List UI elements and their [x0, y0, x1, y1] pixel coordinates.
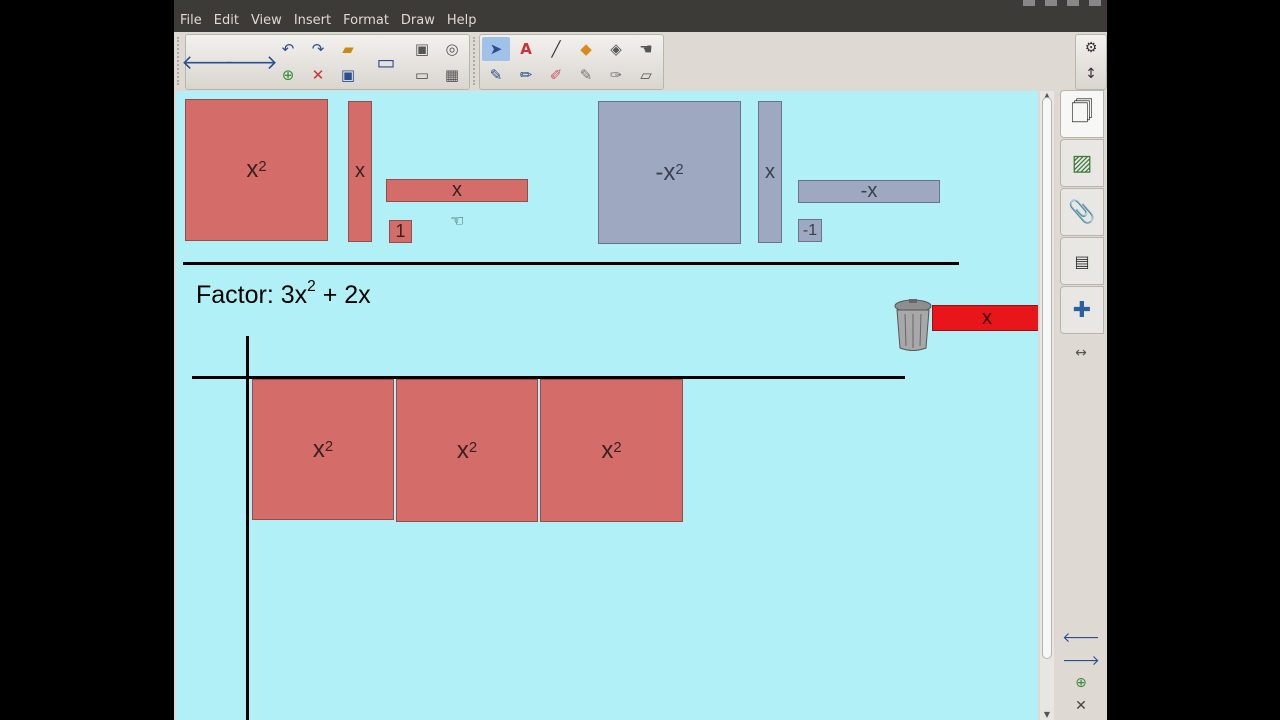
x-tile-horizontal[interactable]: x [386, 179, 528, 202]
tile-label: x [312, 435, 325, 463]
tile-label: x [246, 156, 259, 183]
gallery-icon[interactable]: ▨ [1060, 139, 1104, 187]
menu-format[interactable]: Format [337, 13, 395, 28]
save-icon[interactable]: ▣ [334, 63, 362, 87]
screenshot-icon[interactable]: ▣ [408, 37, 436, 61]
negative-x-tile-vertical[interactable]: x [758, 101, 782, 243]
tile-label: x [355, 160, 365, 182]
search-icon[interactable]: ◎ [438, 37, 466, 61]
fill-icon[interactable]: ◈ [602, 37, 630, 61]
scrollbar-thumb[interactable] [1042, 97, 1052, 659]
magic-pen-icon[interactable]: ✑ [602, 63, 630, 87]
screen-shade-icon[interactable]: ▭ [408, 63, 436, 87]
title-bar [174, 0, 1107, 8]
factor-suffix: + 2x [315, 281, 371, 309]
factor-prompt: Factor: 3x2 + 2x [196, 277, 371, 310]
tile-label: x [456, 436, 469, 464]
factor-exponent: 2 [307, 277, 316, 295]
screen-icon[interactable]: ▭ [366, 37, 406, 87]
brush-icon[interactable]: ✐ [542, 63, 570, 87]
menu-help[interactable]: Help [441, 13, 483, 28]
toolbar-group-draw: ➤ A ╱ ◆ ◈ ☚ ✎ ✏ ✐ ✎ ✑ ▱ [479, 34, 664, 90]
menu-draw[interactable]: Draw [395, 13, 441, 28]
pointer-tool-icon[interactable]: ☚ [632, 37, 660, 61]
tile-label: x [982, 306, 992, 329]
open-folder-icon[interactable]: ▰ [334, 37, 362, 61]
tile-label: x [452, 179, 462, 201]
menu-file[interactable]: File [174, 13, 208, 28]
placed-x-squared-tile-2[interactable]: x2 [396, 379, 538, 522]
back-arrow-icon[interactable]: 🡐 [181, 37, 235, 87]
text-icon[interactable]: A [512, 37, 540, 61]
tile-exponent: 2 [468, 439, 478, 456]
tile-label: x [601, 436, 614, 464]
toolbar: 🡐 🡒 ↶ ↷ ▰ ⊕ ✕ ▣ ▭ ▣ ◎ ▭ ▦ ➤ A ╱ ◆ ◈ ☚ ✎ … [174, 32, 1107, 92]
vertical-scrollbar[interactable]: ▲ ▼ [1040, 91, 1054, 720]
x-tile-vertical[interactable]: x [348, 101, 372, 242]
eraser-icon[interactable]: ▱ [632, 63, 660, 87]
menu-view[interactable]: View [245, 13, 288, 28]
unit-tile[interactable]: 1 [389, 220, 412, 243]
tile-label: -1 [802, 221, 818, 239]
shapes-icon[interactable]: ◆ [572, 37, 600, 61]
whiteboard-canvas[interactable]: x2 x x 1 ☜ -x2 x -x -1 Factor: 3x2 + 2x [176, 91, 1038, 720]
tile-label: -x [860, 180, 878, 202]
add-page-icon[interactable]: ⊕ [1068, 674, 1094, 692]
hand-cursor-icon: ☜ [450, 211, 465, 230]
tile-exponent: 2 [324, 438, 334, 455]
redo-icon[interactable]: ↷ [304, 37, 332, 61]
scroll-down-arrow-icon[interactable]: ▼ [1040, 710, 1054, 720]
previous-page-icon[interactable]: 🡐 [1062, 628, 1100, 646]
menu-edit[interactable]: Edit [208, 13, 245, 28]
tile-label: -x [655, 158, 676, 186]
next-page-icon[interactable]: 🡒 [1062, 651, 1100, 669]
move-icon[interactable]: ↕ [1078, 65, 1104, 83]
system-tray [1023, 0, 1101, 8]
sidebar-top-group: ⚙ ↕ [1075, 34, 1107, 90]
menu-insert[interactable]: Insert [288, 13, 337, 28]
tile-label: 1 [395, 221, 406, 241]
attachments-icon[interactable]: 📎 [1060, 188, 1104, 236]
side-bar: ⚙ ↕ 🗍 ▨ 📎 ▤ ✚ ↔ 🡐 🡒 ⊕ ✕ [1058, 32, 1107, 720]
x-squared-tile[interactable]: x2 [185, 99, 328, 241]
toolbar-group-main: 🡐 🡒 ↶ ↷ ▰ ⊕ ✕ ▣ ▭ ▣ ◎ ▭ ▦ [181, 34, 470, 90]
tile-exponent: 2 [258, 159, 267, 176]
line-icon[interactable]: ╱ [542, 37, 570, 61]
tile-label: x [765, 160, 775, 183]
highlighter-icon[interactable]: ✏ [512, 63, 540, 87]
gear-icon[interactable]: ⚙ [1078, 39, 1104, 57]
negative-x-tile-horizontal[interactable]: -x [798, 180, 940, 203]
trash-can-icon[interactable] [893, 298, 933, 352]
table-icon[interactable]: ▦ [438, 63, 466, 87]
negative-x-squared-tile[interactable]: -x 2 [598, 101, 741, 244]
notebook-window: File Edit View Insert Format Draw Help 🡐… [174, 0, 1107, 720]
factor-vertical-axis [246, 336, 249, 720]
placed-x-squared-tile-3[interactable]: x2 [540, 379, 683, 522]
menu-bar: File Edit View Insert Format Draw Help [174, 8, 1107, 32]
tile-exponent: 2 [613, 439, 622, 456]
delete-icon[interactable]: ✕ [304, 63, 332, 87]
placed-x-squared-tile-1[interactable]: x2 [252, 379, 394, 520]
factor-prefix: Factor: 3x [196, 281, 308, 309]
divider-line [183, 262, 959, 265]
addons-icon[interactable]: ✚ [1060, 286, 1104, 334]
negative-unit-tile[interactable]: -1 [798, 219, 822, 242]
pen-icon[interactable]: ✎ [482, 63, 510, 87]
toolbar-grip-2[interactable] [473, 37, 478, 85]
forward-arrow-icon[interactable]: 🡒 [224, 37, 278, 87]
select-icon[interactable]: ➤ [482, 37, 510, 61]
expand-icon[interactable]: ↔ [1068, 344, 1094, 362]
dragged-x-tile[interactable]: x [932, 305, 1038, 331]
close-icon[interactable]: ✕ [1068, 697, 1094, 715]
properties-icon[interactable]: ▤ [1060, 237, 1104, 285]
creative-pen-icon[interactable]: ✎ [572, 63, 600, 87]
new-page-icon[interactable]: ⊕ [274, 63, 302, 87]
undo-icon[interactable]: ↶ [274, 37, 302, 61]
tile-exponent: 2 [675, 161, 684, 178]
page-sorter-icon[interactable]: 🗍 [1060, 90, 1104, 138]
